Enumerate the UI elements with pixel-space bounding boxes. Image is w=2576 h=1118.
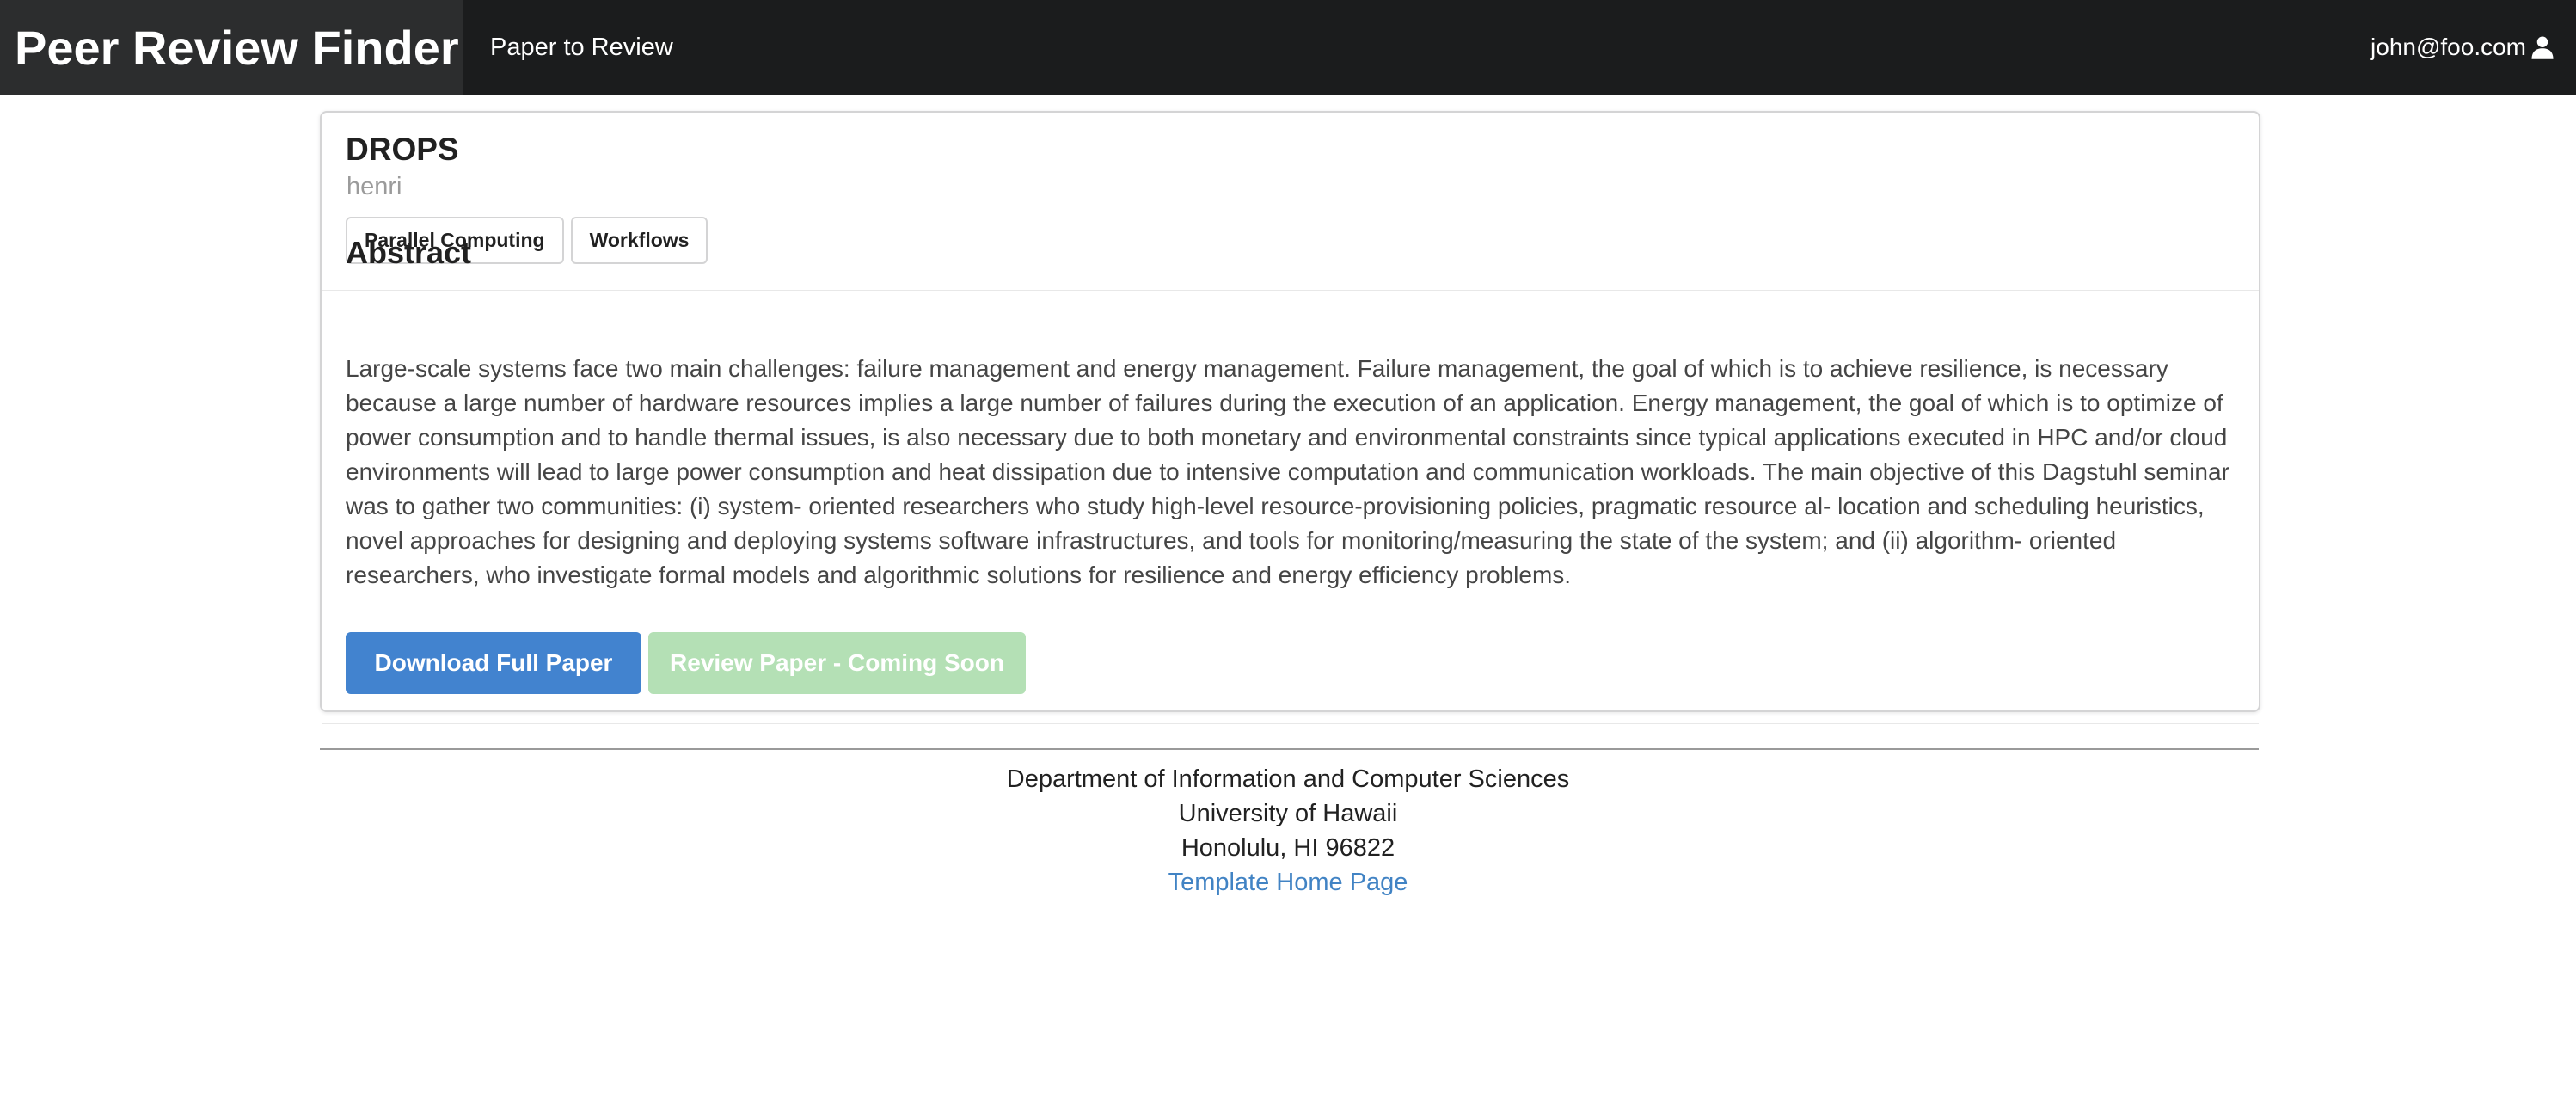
footer-department: Department of Information and Computer S… [1006,765,1570,793]
nav-link-paper-to-review[interactable]: Paper to Review [463,0,701,95]
brand-logo-link[interactable]: Peer Review Finder [0,0,463,95]
abstract-heading: Abstract [346,235,472,270]
paper-author: henri [347,173,402,200]
user-menu[interactable]: john@foo.com [2371,0,2576,95]
user-icon [2530,34,2555,60]
user-email: john@foo.com [2371,34,2526,60]
paper-title: DROPS [346,132,459,167]
review-paper-button: Review Paper - Coming Soon [648,632,1026,694]
footer-divider [320,748,2259,750]
template-home-page-link[interactable]: Template Home Page [1168,869,1408,896]
paper-card: DROPS henri Parallel Computing Workflows… [320,111,2260,724]
paper-actions: Download Full Paper Review Paper - Comin… [346,632,1026,694]
footer: Department of Information and Computer S… [0,762,2576,900]
abstract-text: Large-scale systems face two main challe… [346,355,2229,588]
tag-workflows[interactable]: Workflows [570,217,708,264]
footer-university: University of Hawaii [1178,800,1398,827]
download-full-paper-button[interactable]: Download Full Paper [346,632,641,694]
footer-location: Honolulu, HI 96822 [1181,834,1395,862]
navbar-spacer [701,0,2371,95]
paper-card-header: DROPS henri Parallel Computing Workflows [322,113,2259,291]
top-navbar: Peer Review Finder Paper to Review john@… [0,0,2576,95]
